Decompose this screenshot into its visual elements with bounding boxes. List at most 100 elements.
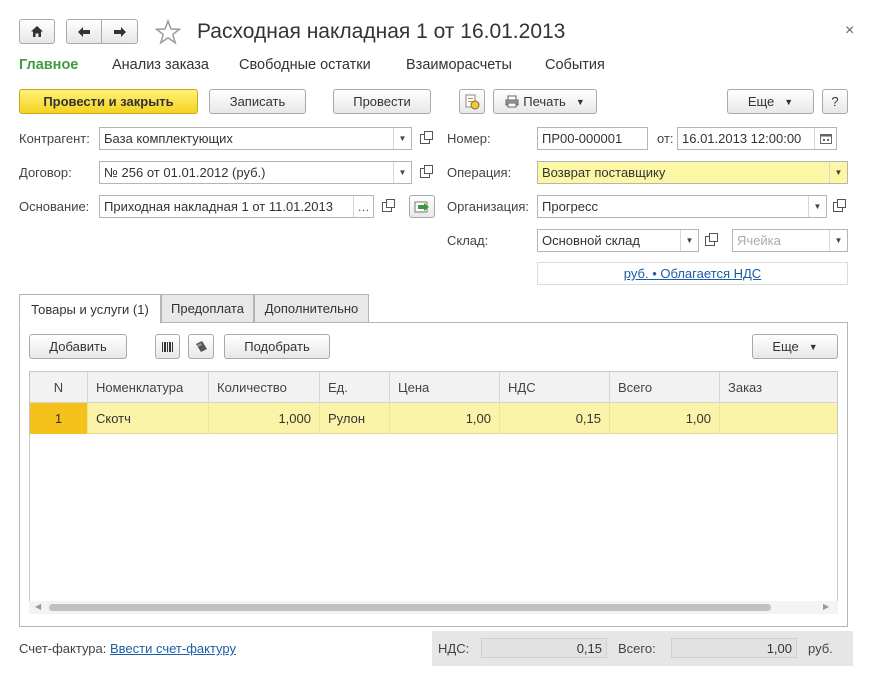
open-icon[interactable]	[415, 127, 435, 150]
dropdown-arrow-icon[interactable]: ▼	[829, 230, 847, 251]
contract-field[interactable]: № 256 от 01.01.2012 (руб.) ▼	[99, 161, 412, 184]
chevron-down-icon: ▼	[575, 96, 585, 107]
table-row[interactable]: 1 Скотч 1,000 Рулон 1,00 0,15 1,00	[30, 403, 837, 434]
grid-more-label: Еще	[772, 339, 799, 354]
contract-label: Договор:	[19, 165, 72, 180]
scanner-button[interactable]	[188, 334, 214, 359]
cell-field[interactable]: Ячейка ▼	[732, 229, 848, 252]
basis-label: Основание:	[19, 199, 90, 214]
dropdown-arrow-icon[interactable]: ▼	[680, 230, 698, 251]
section-free-stock[interactable]: Свободные остатки	[239, 57, 371, 73]
column-header-unit[interactable]: Ед.	[320, 372, 390, 403]
date-field[interactable]: 16.01.2013 12:00:00	[677, 127, 837, 150]
operation-field[interactable]: Возврат поставщику ▼	[537, 161, 848, 184]
post-and-close-button[interactable]: Провести и закрыть	[19, 89, 198, 114]
forward-button[interactable]	[101, 19, 138, 44]
dropdown-arrow-icon[interactable]: ▼	[808, 196, 826, 217]
dropdown-arrow-icon[interactable]: ▼	[393, 162, 411, 183]
enter-invoice-link[interactable]: Ввести счет-фактуру	[110, 641, 236, 656]
cell-quantity[interactable]: 1,000	[209, 403, 320, 434]
scroll-left-icon[interactable]: ◀	[35, 602, 41, 611]
grid-more-button[interactable]: Еще ▼	[752, 334, 838, 359]
price-vat-box: руб. • Облагается НДС	[537, 262, 848, 285]
save-button[interactable]: Записать	[209, 89, 306, 114]
dropdown-arrow-icon[interactable]: ▼	[829, 162, 847, 183]
column-header-quantity[interactable]: Количество	[209, 372, 320, 403]
open-icon[interactable]	[415, 161, 435, 184]
chevron-down-icon: ▼	[784, 96, 794, 107]
scrollbar-thumb[interactable]	[49, 604, 771, 611]
page-title: Расходная накладная 1 от 16.01.2013	[197, 20, 566, 43]
print-label: Печать	[523, 94, 566, 109]
operation-label: Операция:	[447, 165, 512, 180]
column-header-vat[interactable]: НДС	[500, 372, 610, 403]
organization-field[interactable]: Прогресс ▼	[537, 195, 827, 218]
section-settlements[interactable]: Взаиморасчеты	[406, 57, 512, 73]
number-field[interactable]: ПР00-000001	[537, 127, 648, 150]
section-order-analysis[interactable]: Анализ заказа	[112, 57, 209, 73]
scanner-icon	[196, 340, 207, 352]
warehouse-value: Основной склад	[542, 233, 640, 248]
more-label: Еще	[747, 94, 775, 109]
warehouse-label: Склад:	[447, 233, 489, 248]
home-button[interactable]	[19, 19, 55, 44]
number-label: Номер:	[447, 131, 491, 146]
warehouse-field[interactable]: Основной склад ▼	[537, 229, 699, 252]
fill-by-basis-button[interactable]	[409, 195, 435, 218]
printer-icon	[505, 95, 519, 108]
goods-table[interactable]: N Номенклатура Количество Ед. Цена НДС В…	[29, 371, 838, 614]
barcode-icon	[161, 341, 173, 352]
operation-value: Возврат поставщику	[542, 165, 666, 180]
cell-n[interactable]: 1	[30, 403, 88, 434]
close-icon[interactable]: ×	[845, 22, 854, 40]
pick-button[interactable]: Подобрать	[224, 334, 330, 359]
open-icon[interactable]	[700, 229, 720, 252]
cell-total[interactable]: 1,00	[610, 403, 720, 434]
counterparty-label: Контрагент:	[19, 131, 90, 146]
dropdown-arrow-icon[interactable]: ▼	[393, 128, 411, 149]
column-header-item[interactable]: Номенклатура	[88, 372, 209, 403]
structure-button[interactable]	[459, 89, 485, 114]
date-label: от:	[657, 131, 674, 146]
column-header-order[interactable]: Заказ	[720, 372, 837, 403]
tab-goods-services[interactable]: Товары и услуги (1)	[19, 294, 161, 324]
open-icon[interactable]	[828, 195, 848, 218]
column-header-n[interactable]: N	[30, 372, 88, 403]
barcode-button[interactable]	[155, 334, 180, 359]
select-dots-icon[interactable]: …	[353, 196, 373, 217]
scroll-right-icon[interactable]: ▶	[823, 602, 829, 611]
open-icon[interactable]	[377, 195, 397, 218]
favorite-star-icon[interactable]	[154, 18, 182, 48]
column-header-total[interactable]: Всего	[610, 372, 720, 403]
horizontal-scrollbar[interactable]: ◀ ▶	[29, 601, 838, 614]
back-button[interactable]	[66, 19, 102, 44]
tab-prepayment[interactable]: Предоплата	[161, 294, 254, 323]
calendar-icon[interactable]	[814, 128, 836, 149]
number-value: ПР00-000001	[542, 131, 623, 146]
vat-total-label: НДС:	[438, 641, 470, 656]
section-main[interactable]: Главное	[19, 57, 78, 73]
grand-total-value: 1,00	[671, 638, 797, 658]
cell-item[interactable]: Скотч	[88, 403, 209, 434]
section-events[interactable]: События	[545, 57, 605, 73]
basis-value: Приходная накладная 1 от 11.01.2013	[104, 199, 333, 214]
help-button[interactable]: ?	[822, 89, 848, 114]
more-button[interactable]: Еще ▼	[727, 89, 814, 114]
add-row-button[interactable]: Добавить	[29, 334, 127, 359]
post-button[interactable]: Провести	[333, 89, 431, 114]
cell-placeholder: Ячейка	[737, 233, 781, 248]
counterparty-field[interactable]: База комплектующих ▼	[99, 127, 412, 150]
cell-order[interactable]	[720, 403, 837, 434]
basis-field[interactable]: Приходная накладная 1 от 11.01.2013 …	[99, 195, 374, 218]
tab-additional[interactable]: Дополнительно	[254, 294, 369, 323]
cell-vat[interactable]: 0,15	[500, 403, 610, 434]
print-button[interactable]: Печать ▼	[493, 89, 597, 114]
home-icon	[31, 26, 43, 37]
column-header-price[interactable]: Цена	[390, 372, 500, 403]
organization-value: Прогресс	[542, 199, 599, 214]
cell-price[interactable]: 1,00	[390, 403, 500, 434]
cell-unit[interactable]: Рулон	[320, 403, 390, 434]
price-vat-link[interactable]: руб. • Облагается НДС	[624, 266, 761, 281]
arrow-left-icon	[78, 26, 90, 37]
fill-green-arrow-icon	[414, 201, 429, 212]
